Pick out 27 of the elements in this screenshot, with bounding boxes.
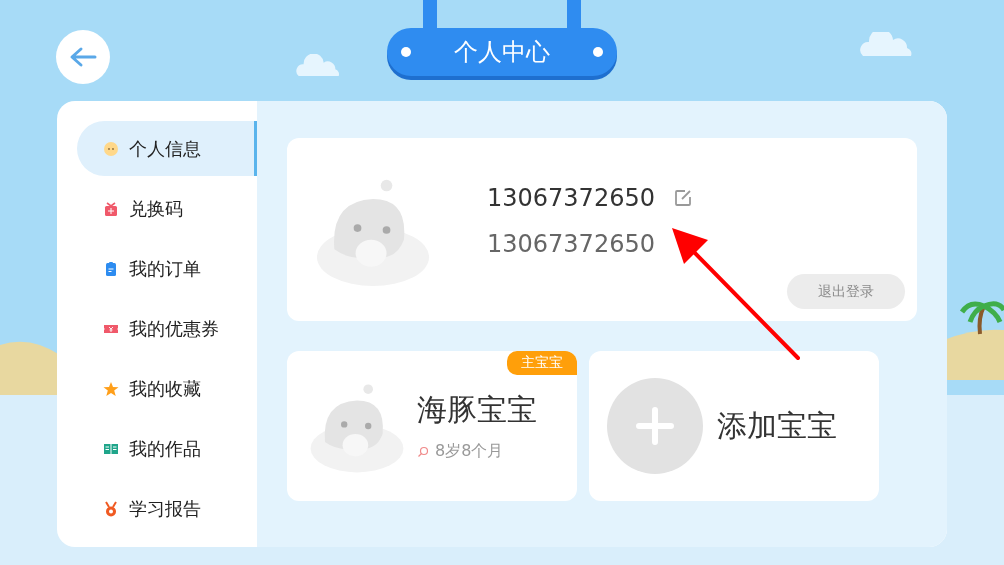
sidebar-item[interactable]: 我的作品: [77, 421, 257, 476]
sidebar-item[interactable]: 我的收藏: [77, 361, 257, 416]
phone-number: 13067372650: [487, 229, 656, 258]
baby-card[interactable]: 主宝宝 海豚宝宝 8岁8个月: [287, 351, 577, 501]
account-name: 13067372650: [487, 183, 655, 212]
back-arrow-icon: [69, 46, 97, 68]
baby-age: 8岁8个月: [435, 441, 504, 462]
plus-circle-icon: [607, 378, 703, 474]
baby-name: 海豚宝宝: [417, 391, 537, 429]
gift-icon: [103, 200, 119, 217]
face-icon: [103, 140, 119, 157]
sidebar-item[interactable]: 学习报告: [77, 481, 257, 536]
clipboard-icon: [103, 260, 119, 277]
sidebar-item[interactable]: 兑换码: [77, 181, 257, 236]
medal-icon: [103, 500, 119, 517]
sidebar-item[interactable]: 个人信息: [77, 121, 257, 176]
add-baby-label: 添加宝宝: [717, 406, 837, 445]
page-title: 个人中心: [454, 37, 550, 68]
dot-icon: [593, 47, 603, 57]
back-button[interactable]: [56, 30, 110, 84]
sidebar-item[interactable]: 我的订单: [77, 241, 257, 296]
sidebar-item[interactable]: 我的优惠券: [77, 301, 257, 356]
dot-icon: [401, 47, 411, 57]
star-icon: [103, 380, 119, 397]
add-baby-card[interactable]: 添加宝宝: [589, 351, 879, 501]
main-baby-badge: 主宝宝: [507, 351, 577, 375]
edit-icon[interactable]: [672, 187, 693, 208]
